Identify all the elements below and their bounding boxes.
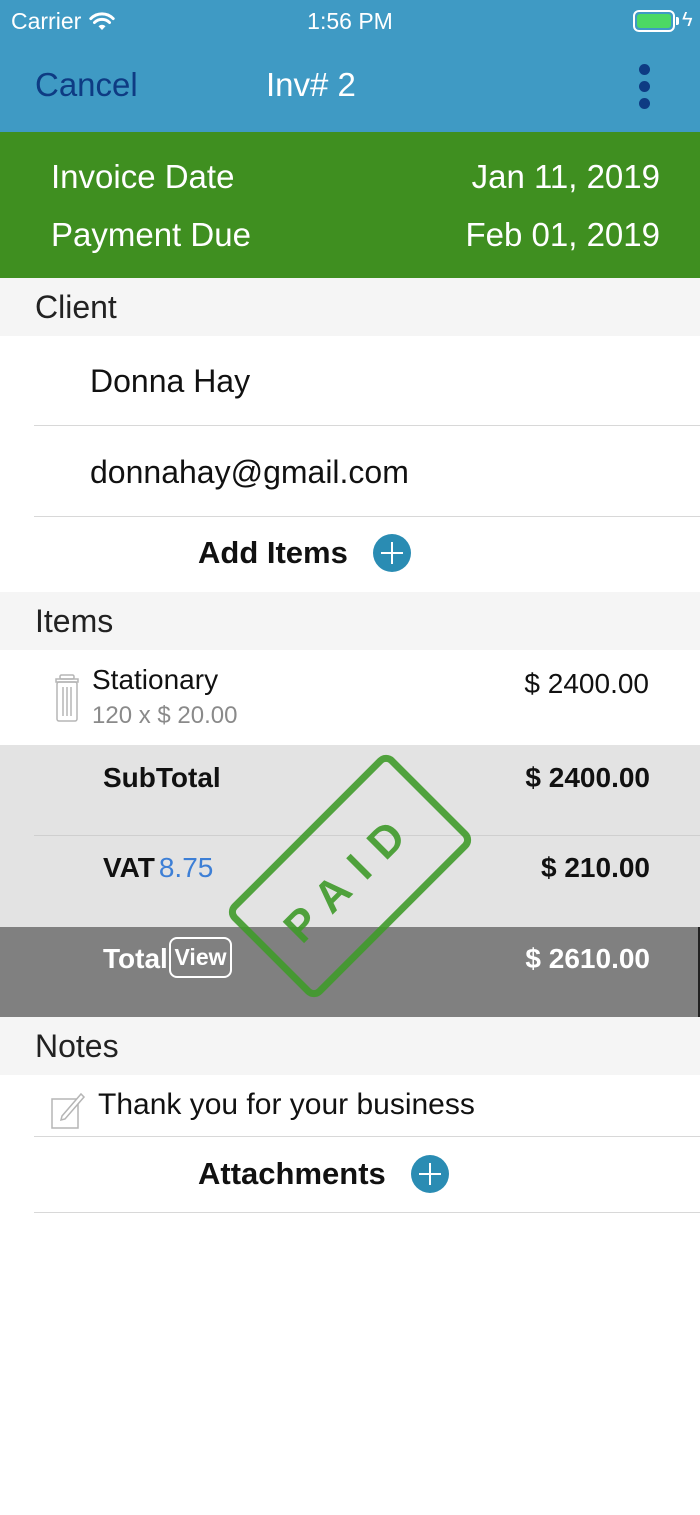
add-items-label: Add Items bbox=[198, 535, 348, 570]
item-name[interactable]: Stationary bbox=[92, 664, 218, 696]
attachments-label: Attachments bbox=[198, 1156, 386, 1191]
charging-bolt-icon: ϟ bbox=[682, 9, 693, 31]
edit-note-icon[interactable] bbox=[50, 1090, 86, 1130]
add-items-row[interactable]: Add Items bbox=[198, 534, 411, 572]
invoice-dates-panel[interactable]: Invoice Date Jan 11, 2019 Payment Due Fe… bbox=[0, 132, 700, 278]
total-value: $ 2610.00 bbox=[525, 943, 650, 974]
vat-rate[interactable]: 8.75 bbox=[159, 852, 214, 883]
trash-icon[interactable] bbox=[55, 674, 79, 722]
divider bbox=[34, 835, 700, 836]
add-items-plus-icon[interactable] bbox=[372, 534, 411, 572]
subtotal-label: SubTotal bbox=[103, 762, 221, 793]
notes-section-header: Notes bbox=[0, 1017, 700, 1075]
payment-due-label: Payment Due bbox=[51, 216, 251, 253]
notes-text[interactable]: Thank you for your business bbox=[98, 1088, 475, 1122]
invoice-date-label: Invoice Date bbox=[51, 158, 235, 195]
invoice-date-value[interactable]: Jan 11, 2019 bbox=[472, 158, 660, 196]
cancel-button[interactable]: Cancel bbox=[35, 66, 138, 104]
battery-icon bbox=[633, 10, 675, 32]
view-button[interactable]: View bbox=[169, 937, 232, 978]
navigation-header: Carrier 1:56 PM ϟ Cancel Inv# 2 bbox=[0, 0, 700, 132]
subtotal-value: $ 2400.00 bbox=[525, 762, 650, 793]
total-label: Total bbox=[103, 943, 168, 974]
client-email[interactable]: donnahay@gmail.com bbox=[90, 454, 409, 491]
vat-label: VAT bbox=[103, 852, 155, 883]
vat-row[interactable]: VAT 8.75 bbox=[103, 852, 213, 884]
status-time: 1:56 PM bbox=[307, 8, 393, 34]
client-name[interactable]: Donna Hay bbox=[90, 363, 250, 400]
divider bbox=[34, 516, 700, 517]
item-amount: $ 2400.00 bbox=[524, 668, 649, 699]
status-bar: Carrier 1:56 PM ϟ bbox=[0, 0, 700, 44]
divider bbox=[34, 1212, 700, 1213]
divider bbox=[34, 425, 700, 426]
payment-due-value[interactable]: Feb 01, 2019 bbox=[466, 216, 661, 254]
battery-tip bbox=[676, 17, 679, 25]
item-detail: 120 x $ 20.00 bbox=[92, 702, 238, 729]
page-title: Inv# 2 bbox=[266, 66, 356, 103]
add-attachment-plus-icon[interactable] bbox=[410, 1155, 449, 1193]
divider bbox=[34, 1136, 700, 1137]
client-section-header: Client bbox=[0, 278, 700, 336]
items-section-header: Items bbox=[0, 592, 700, 650]
vertical-ellipsis-icon[interactable] bbox=[630, 60, 660, 114]
attachments-row[interactable]: Attachments bbox=[198, 1155, 449, 1193]
vat-value: $ 210.00 bbox=[541, 852, 650, 883]
